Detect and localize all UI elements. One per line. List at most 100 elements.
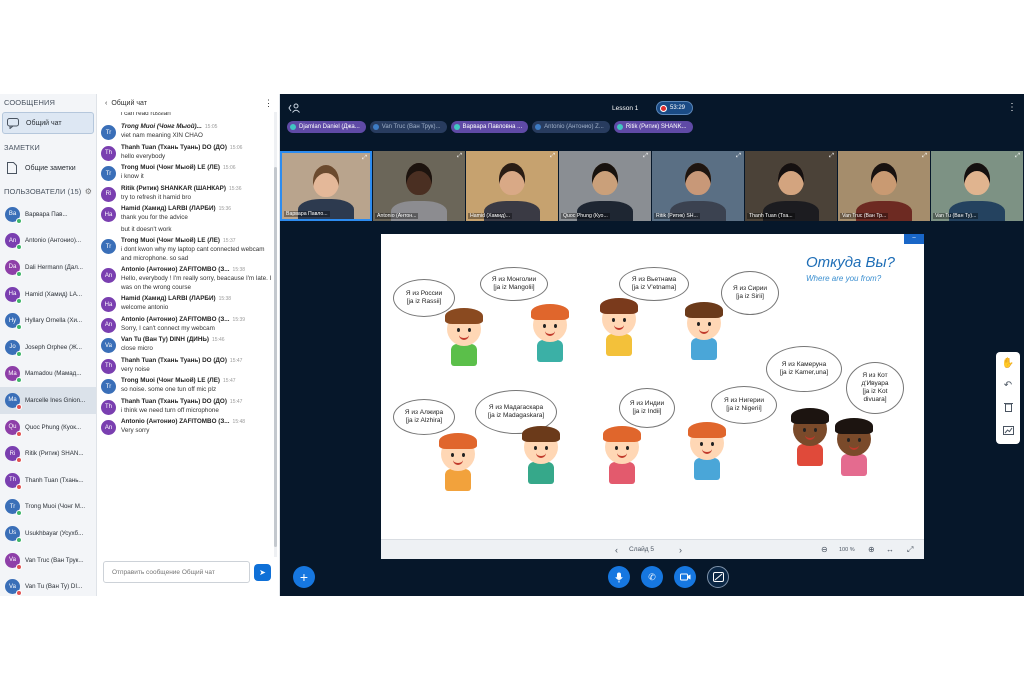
chat-input-row: ➤ bbox=[103, 561, 275, 583]
record-icon bbox=[660, 104, 667, 112]
speech-bubble-text: [ja iz Madagaskara] bbox=[487, 412, 545, 419]
chat-sender-name: Thanh Tuan (Тхань Туань) DO (ДО) bbox=[121, 356, 227, 364]
webcam-tile[interactable]: ⤢ Ritik (Ритик) SH... bbox=[652, 151, 744, 221]
microphone-icon bbox=[616, 124, 623, 130]
webcam-tile[interactable]: ⤢ Van Tu (Ван Ту)... bbox=[931, 151, 1023, 221]
sidebar-item-label: Общий чат bbox=[26, 119, 62, 127]
chat-sender-name: Hamid (Хамид) LARBI (ЛАРБИ) bbox=[121, 205, 216, 212]
user-list-item[interactable]: Hy Hyllary Ornella (Хи... bbox=[0, 307, 96, 334]
chat-timestamp: 15:39 bbox=[232, 316, 246, 323]
user-list-item[interactable]: Jo Joseph Orphee (Ж... bbox=[0, 334, 96, 361]
chat-sender-name: Hamid (Хамид) LARBI (ЛАРБИ) bbox=[121, 295, 216, 302]
trash-icon[interactable] bbox=[1003, 402, 1013, 415]
avatar: Tr bbox=[101, 166, 116, 181]
chat-back-button[interactable]: ‹ Общий чат bbox=[105, 100, 147, 107]
avatar: Tr bbox=[5, 499, 22, 517]
talking-indicator[interactable]: Варвара Павловна ... bbox=[450, 121, 529, 133]
webcam-user-name: Hamid (Хамид)... bbox=[468, 213, 513, 219]
user-list-item[interactable]: Th Thanh Tuan (Тхань... bbox=[0, 467, 96, 494]
talking-indicator[interactable]: Van Truc (Ван Трук)... bbox=[369, 121, 447, 133]
expand-icon[interactable]: ⤢ bbox=[1015, 153, 1020, 160]
zoom-out-button[interactable]: ⊖ bbox=[821, 545, 828, 554]
undo-icon[interactable]: ↶ bbox=[1004, 380, 1012, 391]
gear-icon[interactable]: ⚙ bbox=[85, 183, 92, 201]
audio-phone-button[interactable]: ✆ bbox=[641, 566, 663, 588]
chat-message-text: Sorry, I can't connect my webcam bbox=[121, 324, 215, 332]
user-list-item[interactable]: Va Van Tu (Ван Ту) DI... bbox=[0, 573, 96, 596]
user-list-item[interactable]: An Antonio (Антонио)... bbox=[0, 228, 96, 255]
expand-icon[interactable]: ⤢ bbox=[736, 153, 741, 160]
user-list-item[interactable]: Tr Trong Muoi (Чонг М... bbox=[0, 494, 96, 521]
status-dot bbox=[16, 270, 22, 277]
webcam-user-name: Ritik (Ритик) SH... bbox=[654, 213, 700, 219]
previous-slide-button[interactable]: ‹ bbox=[615, 545, 618, 555]
talking-indicator[interactable]: Antonio (Антонио) Z... bbox=[532, 121, 610, 133]
user-name: Thanh Tuan (Тхань... bbox=[25, 476, 84, 484]
user-list-item[interactable]: Ma Mamadou (Мамад... bbox=[0, 361, 96, 388]
chat-sender-name: Van Tu (Ван Ту) DINH (ДИНЬ) bbox=[121, 336, 209, 343]
sidebar-item-public-chat[interactable]: Общий чат bbox=[2, 112, 94, 134]
chat-timestamp: 15:36 bbox=[228, 185, 242, 192]
users-section-header: ПОЛЬЗОВАТЕЛИ (15) ⚙ bbox=[0, 183, 96, 201]
expand-icon[interactable]: ⤢ bbox=[643, 153, 648, 160]
user-list-item[interactable]: Ha Hamid (Хамид) LA... bbox=[0, 281, 96, 308]
speech-bubble: Я из Кот д'Ивуара [ja iz Kot divuara] bbox=[846, 362, 904, 414]
microphone-button[interactable] bbox=[608, 566, 630, 588]
slide-number[interactable]: Слайд 5 bbox=[629, 546, 654, 553]
chat-timestamp: 15:38 bbox=[218, 296, 232, 302]
fit-to-width-button[interactable]: ↔ bbox=[886, 545, 894, 554]
webcam-tile[interactable]: ⤢ Hamid (Хамид)... bbox=[466, 151, 558, 221]
recording-indicator[interactable]: 53:29 bbox=[656, 101, 693, 115]
hand-icon[interactable]: ✋ bbox=[1002, 358, 1014, 369]
talking-indicator[interactable]: Ritik (Ритик) SHANK... bbox=[613, 121, 693, 133]
zoom-in-button[interactable]: ⊕ bbox=[868, 545, 875, 554]
status-dot bbox=[16, 430, 22, 437]
chart-icon[interactable] bbox=[1002, 426, 1014, 438]
user-list-item[interactable]: Us Usukhbayar (Усухб... bbox=[0, 520, 96, 547]
fullscreen-button[interactable]: ⤢ bbox=[907, 545, 913, 555]
chat-options-menu-icon[interactable]: ⋮ bbox=[264, 98, 273, 109]
avatar: Ha bbox=[101, 297, 116, 312]
speech-bubble-text: [ja iz Indii] bbox=[632, 408, 662, 415]
chat-message-text: welcome antonio bbox=[121, 304, 169, 311]
status-dot bbox=[16, 590, 22, 596]
send-message-button[interactable]: ➤ bbox=[254, 563, 271, 581]
options-menu-icon[interactable]: ⋮ bbox=[1007, 102, 1017, 113]
user-list-item[interactable]: Ri Ritik (Ритик) SHAN... bbox=[0, 440, 96, 467]
speech-bubble-text: [ja iz V'etnama] bbox=[631, 284, 677, 291]
webcam-tile[interactable]: ⤢ Antonio (Антон... bbox=[373, 151, 465, 221]
avatar: Qu bbox=[5, 419, 22, 437]
avatar: Hy bbox=[5, 313, 22, 331]
presentation-slide[interactable]: – Откуда Вы? Where are you from? Я из Ро… bbox=[381, 234, 924, 559]
sidebar-item-shared-notes[interactable]: Общие заметки bbox=[2, 157, 94, 179]
expand-icon[interactable]: ⤢ bbox=[362, 155, 367, 162]
user-list-item[interactable]: Qu Quoc Phung (Куок... bbox=[0, 414, 96, 441]
user-list-item[interactable]: Ba Варвара Пав... bbox=[0, 201, 96, 228]
chat-timestamp: 15:05 bbox=[204, 124, 218, 130]
screen-share-button[interactable] bbox=[707, 566, 729, 588]
chat-message-input[interactable] bbox=[103, 561, 250, 583]
chat-scrollbar[interactable] bbox=[274, 112, 277, 557]
notes-icon bbox=[5, 161, 19, 175]
webcam-button[interactable] bbox=[674, 566, 696, 588]
next-slide-button[interactable]: › bbox=[679, 545, 682, 555]
user-list-toggle-icon[interactable] bbox=[288, 103, 300, 115]
user-list-item[interactable]: Ma Marcelle Ines Gnion... bbox=[0, 387, 96, 414]
user-list-item[interactable]: Va Van Truc (Ван Трук... bbox=[0, 547, 96, 574]
webcam-tile[interactable]: ⤢ Quoc Phung (Куо... bbox=[559, 151, 651, 221]
avatar: Va bbox=[101, 338, 116, 353]
expand-icon[interactable]: ⤢ bbox=[922, 153, 927, 160]
user-list-item[interactable]: Da Dali Hermann (Дал... bbox=[0, 254, 96, 281]
webcam-tile[interactable]: ⤢ Van Truc (Ван Тр... bbox=[838, 151, 930, 221]
notes-section-title: ЗАМЕТКИ bbox=[4, 143, 40, 152]
expand-icon[interactable]: ⤢ bbox=[550, 153, 555, 160]
webcam-tile[interactable]: ⤢ Thanh Tuan (Тха... bbox=[745, 151, 837, 221]
expand-icon[interactable]: ⤢ bbox=[457, 153, 462, 160]
expand-icon[interactable]: ⤢ bbox=[829, 153, 834, 160]
actions-plus-button[interactable]: + bbox=[293, 566, 315, 588]
webcam-tile[interactable]: ⤢ Варвара Павло... bbox=[280, 151, 372, 221]
talking-indicator[interactable]: Djamlan Daniel (Джа... bbox=[287, 121, 366, 133]
speech-bubble: Я из России [ja iz Rassii] bbox=[393, 279, 455, 317]
chat-message-text: Hello, everybody ! I'm really sorry, bea… bbox=[121, 275, 272, 291]
minimize-presentation-button[interactable]: – bbox=[904, 234, 924, 244]
